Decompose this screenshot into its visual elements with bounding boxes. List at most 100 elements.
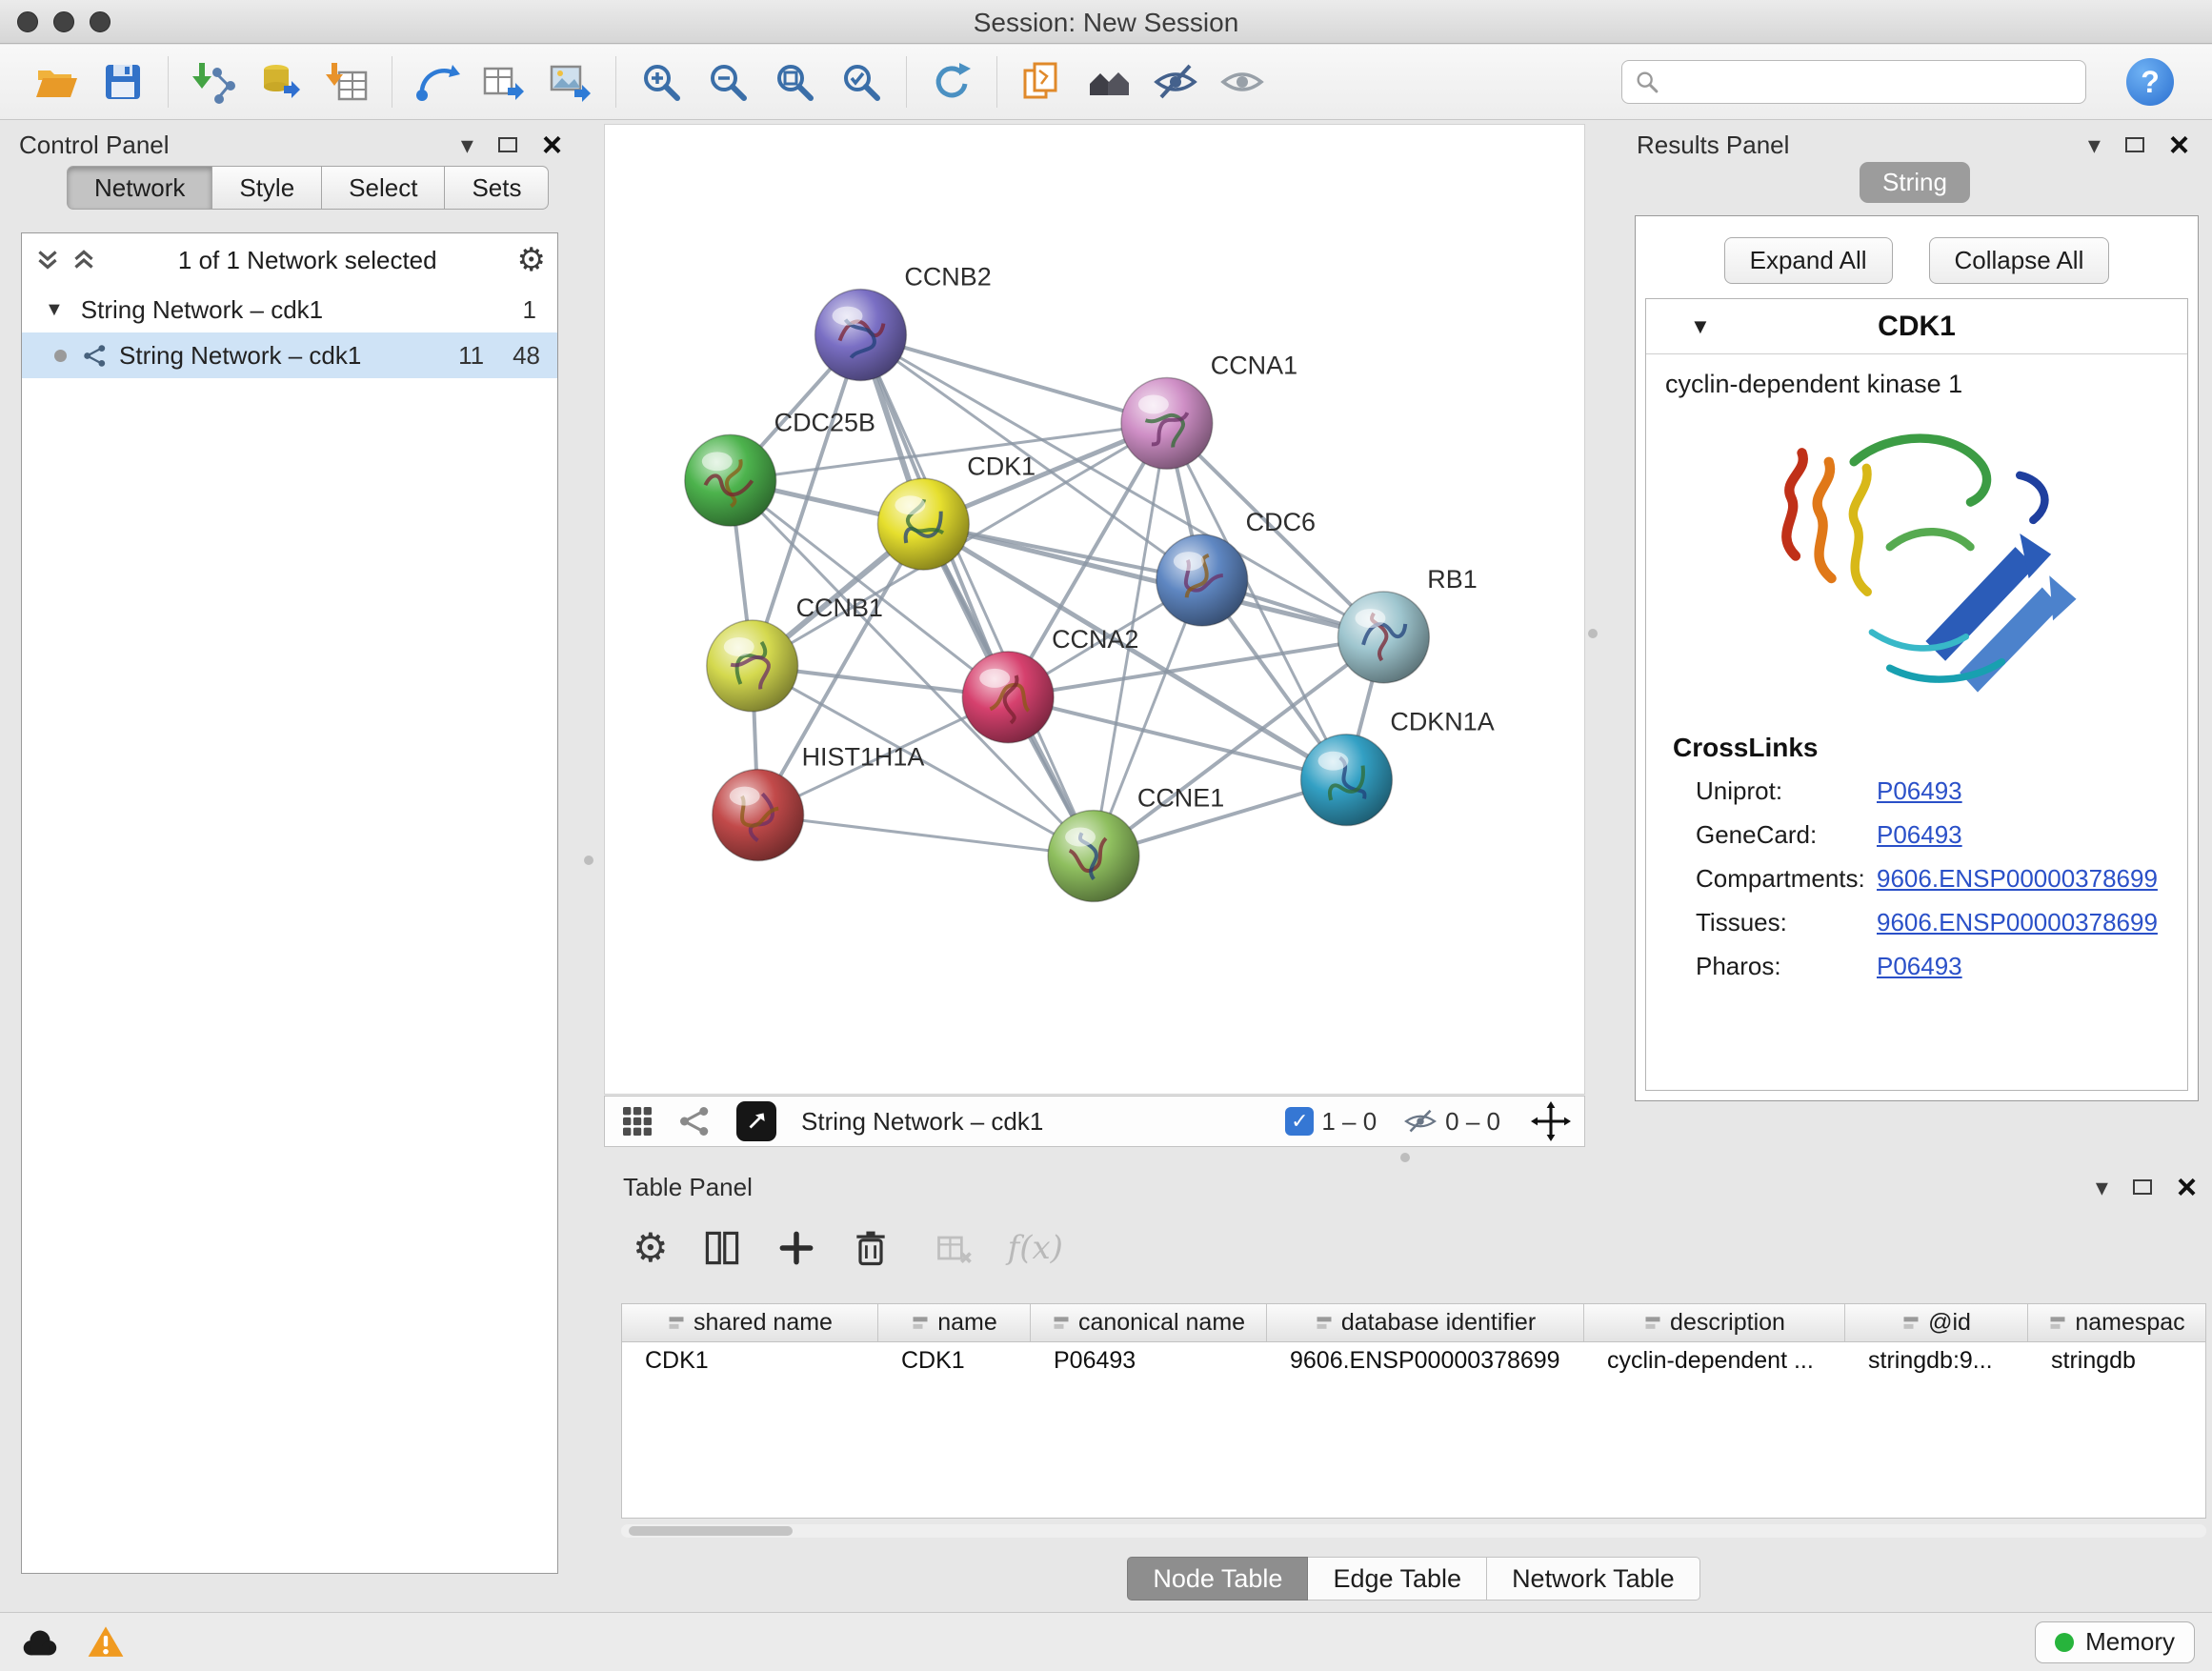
import-table-from-file-icon[interactable]	[324, 59, 370, 105]
network-collection-row[interactable]: ▼ String Network – cdk1 1	[22, 287, 557, 332]
expand-all-icon[interactable]	[70, 246, 98, 274]
uniprot-link[interactable]: P06493	[1877, 776, 1962, 806]
panel-menu-icon[interactable]: ▾	[2088, 132, 2101, 157]
tab-edge-table[interactable]: Edge Table	[1308, 1557, 1487, 1601]
float-panel-icon[interactable]	[2125, 137, 2144, 152]
export-table-icon[interactable]	[481, 59, 527, 105]
tab-network[interactable]: Network	[67, 166, 212, 210]
network-edge-CCNB2-CCNE1[interactable]	[860, 335, 1094, 856]
fit-content-crosshair-icon[interactable]	[1531, 1101, 1571, 1141]
collapse-all-icon[interactable]	[33, 246, 62, 274]
close-panel-icon[interactable]: ×	[2177, 1170, 2197, 1204]
network-edge-CDK1-RB1[interactable]	[923, 524, 1383, 637]
horizontal-splitter-handle[interactable]	[1400, 1153, 1410, 1162]
import-network-from-file-icon[interactable]	[191, 59, 236, 105]
network-node-CDC25B[interactable]	[685, 434, 776, 526]
tab-network-table[interactable]: Network Table	[1487, 1557, 1700, 1601]
close-panel-icon[interactable]: ×	[2169, 128, 2189, 162]
cell-namespace[interactable]: stringdb	[2028, 1347, 2205, 1375]
vertical-splitter-handle[interactable]	[584, 856, 593, 865]
float-panel-icon[interactable]	[498, 137, 517, 152]
column-header-namespace[interactable]: namespac	[2028, 1304, 2205, 1341]
network-node-HIST1H1A[interactable]	[713, 770, 804, 861]
duplicate-network-icon[interactable]	[1019, 59, 1065, 105]
open-in-new-window-icon[interactable]	[736, 1101, 776, 1141]
search-input[interactable]	[1670, 68, 2074, 97]
network-node-CCNA1[interactable]	[1121, 377, 1213, 469]
hide-selected-icon[interactable]	[1153, 59, 1198, 105]
column-header-database-identifier[interactable]: database identifier	[1267, 1304, 1584, 1341]
network-node-CCNB2[interactable]	[815, 290, 907, 381]
compartments-link[interactable]: 9606.ENSP00000378699	[1877, 864, 2158, 894]
zoom-in-icon[interactable]	[638, 59, 684, 105]
export-image-icon[interactable]	[548, 59, 593, 105]
save-session-icon[interactable]	[100, 59, 146, 105]
network-node-CCNE1[interactable]	[1048, 811, 1139, 902]
string-results-tab[interactable]: String	[1860, 162, 1970, 203]
tab-style[interactable]: Style	[212, 166, 322, 210]
genecard-link[interactable]: P06493	[1877, 820, 1962, 850]
table-horizontal-scrollbar[interactable]	[621, 1524, 2206, 1538]
column-header-description[interactable]: description	[1584, 1304, 1845, 1341]
cell-database-identifier[interactable]: 9606.ENSP00000378699	[1267, 1347, 1584, 1375]
network-node-CDC6[interactable]	[1156, 534, 1248, 626]
column-header-id[interactable]: @id	[1845, 1304, 2028, 1341]
cell-shared-name[interactable]: CDK1	[622, 1347, 878, 1375]
search-box[interactable]	[1621, 60, 2086, 104]
cell-canonical-name[interactable]: P06493	[1031, 1347, 1267, 1375]
network-node-CCNB1[interactable]	[707, 620, 798, 712]
open-session-icon[interactable]	[33, 59, 79, 105]
column-header-shared-name[interactable]: shared name	[622, 1304, 878, 1341]
memory-button[interactable]: Memory	[2035, 1621, 2195, 1663]
share-view-icon[interactable]	[677, 1104, 712, 1138]
cell-name[interactable]: CDK1	[878, 1347, 1031, 1375]
column-header-name[interactable]: name	[878, 1304, 1031, 1341]
collapse-all-button[interactable]: Collapse All	[1929, 237, 2110, 284]
cell-description[interactable]: cyclin-dependent ...	[1584, 1347, 1845, 1375]
network-canvas[interactable]: CCNB2CCNA1CDC25BCDK1CDC6RB1CCNB1CCNA2CDK…	[605, 125, 1584, 1094]
float-panel-icon[interactable]	[2133, 1179, 2152, 1195]
network-node-CCNA2[interactable]	[962, 652, 1054, 743]
help-button[interactable]: ?	[2126, 58, 2174, 106]
close-panel-icon[interactable]: ×	[542, 128, 562, 162]
zoom-fit-icon[interactable]	[772, 59, 817, 105]
network-node-CDK1[interactable]	[877, 478, 969, 570]
show-columns-icon[interactable]	[701, 1227, 743, 1269]
vertical-splitter-handle[interactable]	[1588, 629, 1598, 638]
expand-all-button[interactable]: Expand All	[1724, 237, 1893, 284]
network-node-CDKN1A[interactable]	[1301, 735, 1393, 826]
tab-select[interactable]: Select	[322, 166, 445, 210]
birdseye-view-icon[interactable]	[618, 1102, 656, 1140]
table-settings-gear-icon[interactable]: ⚙	[633, 1228, 669, 1268]
warning-icon[interactable]	[86, 1622, 126, 1662]
scrollbar-thumb[interactable]	[629, 1526, 793, 1536]
table-row[interactable]: CDK1 CDK1 P06493 9606.ENSP00000378699 cy…	[622, 1342, 2205, 1379]
section-expander-icon[interactable]: ▼	[1690, 314, 1711, 339]
pharos-link[interactable]: P06493	[1877, 952, 1962, 981]
import-network-from-database-icon[interactable]	[257, 59, 303, 105]
tissues-link[interactable]: 9606.ENSP00000378699	[1877, 908, 2158, 937]
tab-node-table[interactable]: Node Table	[1127, 1557, 1308, 1601]
hidden-eye-slash-icon[interactable]	[1403, 1104, 1438, 1138]
delete-column-icon[interactable]	[850, 1227, 892, 1269]
panel-menu-icon[interactable]: ▾	[461, 132, 473, 157]
collection-expander-icon[interactable]: ▼	[45, 299, 64, 321]
network-edge-CCNB2-CCNA1[interactable]	[860, 335, 1166, 424]
cell-id[interactable]: stringdb:9...	[1845, 1347, 2028, 1375]
show-all-icon[interactable]	[1219, 59, 1265, 105]
new-network-from-selection-icon[interactable]	[414, 59, 460, 105]
cloud-icon[interactable]	[17, 1621, 61, 1664]
apply-layout-icon[interactable]	[929, 59, 975, 105]
gene-section-header[interactable]: ▼ CDK1	[1646, 299, 2187, 354]
network-row-selected[interactable]: String Network – cdk1 11 48	[22, 332, 557, 378]
column-header-canonical-name[interactable]: canonical name	[1031, 1304, 1267, 1341]
network-edge-HIST1H1A-CCNE1[interactable]	[758, 815, 1094, 856]
zoom-selected-icon[interactable]	[838, 59, 884, 105]
gear-icon[interactable]: ⚙	[517, 244, 546, 276]
houses-icon[interactable]	[1086, 59, 1132, 105]
tab-sets[interactable]: Sets	[445, 166, 549, 210]
selected-count-checkbox[interactable]: ✓	[1285, 1107, 1314, 1136]
network-node-RB1[interactable]	[1337, 592, 1429, 683]
panel-menu-icon[interactable]: ▾	[2096, 1175, 2108, 1199]
add-column-icon[interactable]	[775, 1227, 817, 1269]
